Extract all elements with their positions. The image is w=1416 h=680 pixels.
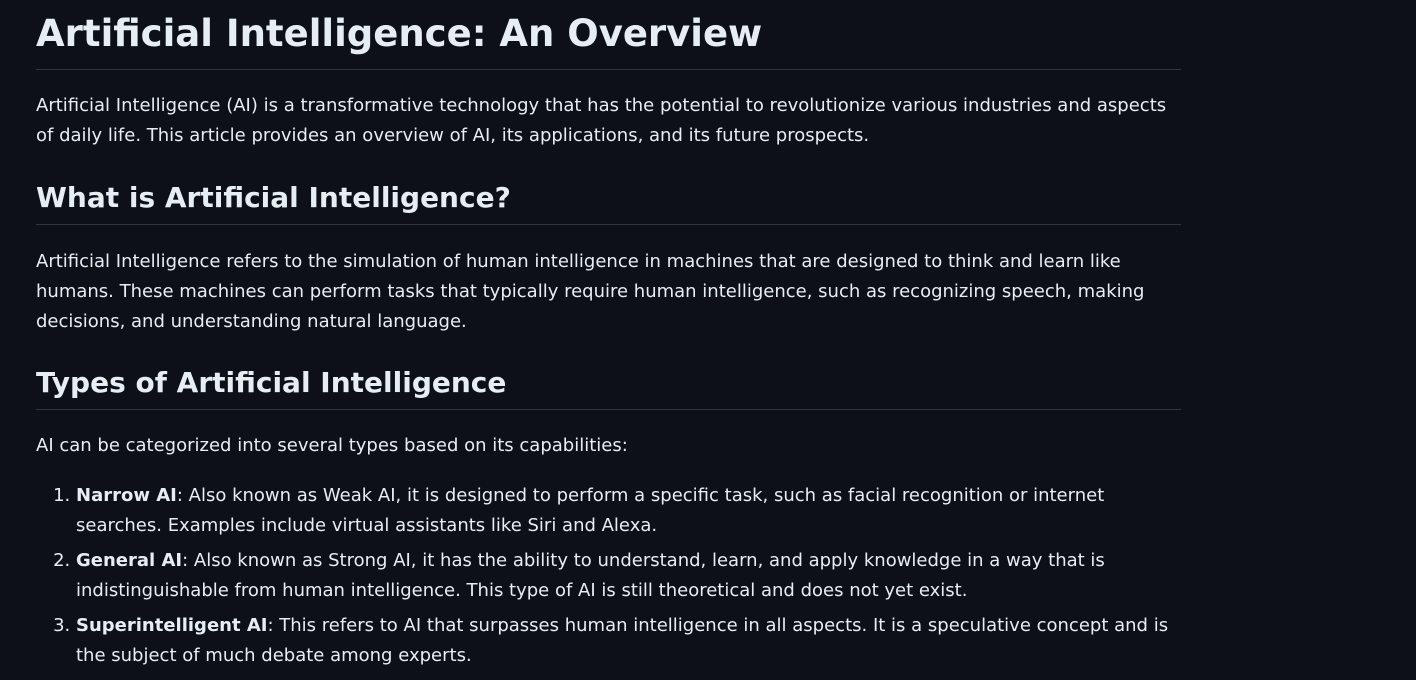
section-heading-types-of-ai: Types of Artificial Intelligence bbox=[36, 365, 1181, 410]
list-item-narrow-ai: Narrow AI: Also known as Weak AI, it is … bbox=[76, 481, 1181, 541]
intro-paragraph: Artificial Intelligence (AI) is a transf… bbox=[36, 95, 1167, 146]
article: Artificial Intelligence: An Overview Art… bbox=[36, 0, 1181, 676]
list-item-general-ai: General AI: Also known as Strong AI, it … bbox=[76, 546, 1181, 606]
list-item-term: Narrow AI bbox=[76, 485, 177, 506]
section-paragraph-what-is-ai: Artificial Intelligence refers to the si… bbox=[36, 251, 1145, 332]
list-item-text: : Also known as Weak AI, it is designed … bbox=[76, 485, 1105, 536]
list-item-superintelligent-ai: Superintelligent AI: This refers to AI t… bbox=[76, 611, 1181, 671]
list-item-text: : Also known as Strong AI, it has the ab… bbox=[76, 550, 1105, 601]
types-of-ai-list: Narrow AI: Also known as Weak AI, it is … bbox=[36, 481, 1181, 671]
page-title: Artificial Intelligence: An Overview bbox=[36, 0, 1181, 70]
list-item-term: Superintelligent AI bbox=[76, 615, 268, 636]
section-heading-what-is-ai: What is Artificial Intelligence? bbox=[36, 180, 1181, 225]
section-paragraph-types-of-ai: AI can be categorized into several types… bbox=[36, 435, 628, 456]
list-item-term: General AI bbox=[76, 550, 183, 571]
